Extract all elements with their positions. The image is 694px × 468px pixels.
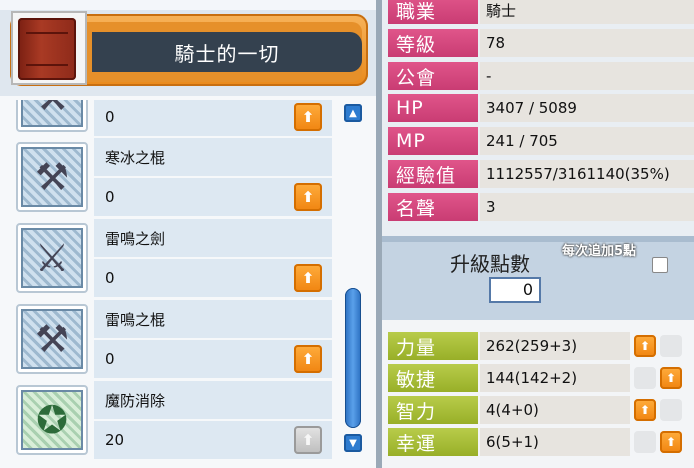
add-skill-point-button[interactable]: ⬆ [294, 345, 322, 373]
info-row-job: 職業 騎士 [388, 0, 694, 24]
attr-label: 幸運 [388, 428, 478, 456]
skill-list-scrollbar[interactable]: ▲ ▼ [344, 100, 364, 456]
info-value: - [480, 62, 694, 90]
add-str-button-right[interactable]: ⬆ [660, 335, 682, 357]
ability-points-value: 0 [489, 277, 541, 303]
add-skill-point-button-disabled[interactable]: ⬆ [294, 426, 322, 454]
attr-row-int: 智力 4(4+0) ⬆ ⬆ [388, 396, 694, 424]
info-row-exp: 經驗值 1112557/3161140(35%) [388, 160, 694, 188]
info-value: 78 [480, 29, 694, 57]
info-label: 等級 [388, 29, 478, 57]
skill-level: 0 ⬆ [94, 340, 332, 378]
auto-assign-label: 每次追加5點 [561, 244, 637, 259]
skill-name: 雷鳴之棍 [94, 300, 332, 338]
info-row-fame: 名聲 3 [388, 193, 694, 221]
add-skill-point-button[interactable]: ⬆ [294, 264, 322, 292]
skill-level: 0 ⬆ [94, 178, 332, 216]
attr-row-luk: 幸運 6(5+1) ⬆ ⬆ [388, 428, 694, 456]
add-luk-button[interactable]: ⬆ [660, 431, 682, 453]
magic-crash-icon: ✪ [16, 385, 88, 455]
mace-icon: ⚒ [16, 304, 88, 374]
attr-label: 智力 [388, 396, 478, 424]
skill-row: ✪ 魔防消除 20 ⬆ [12, 381, 332, 459]
add-str-button[interactable]: ⬆ [634, 335, 656, 357]
skill-level: 20 ⬆ [94, 421, 332, 459]
attr-row-str: 力量 262(259+3) ⬆ ⬆ [388, 332, 694, 360]
skill-level: 0 ⬆ [94, 259, 332, 297]
info-label: MP [388, 127, 478, 155]
attr-value: 6(5+1) [480, 428, 630, 456]
info-label: HP [388, 94, 478, 122]
info-value: 241 / 705 [480, 127, 694, 155]
book-title: 騎士的一切 [92, 32, 362, 72]
skill-row: ⚒ 雷鳴之棍 0 ⬆ [12, 300, 332, 378]
mace-icon: ⚒ [16, 142, 88, 212]
skill-row: ⚒ 寒冰之棍 0 ⬆ [12, 138, 332, 216]
attr-label: 力量 [388, 332, 478, 360]
info-row-guild: 公會 - [388, 62, 694, 90]
info-label: 名聲 [388, 193, 478, 221]
skill-book-icon [18, 18, 76, 80]
info-value: 3407 / 5089 [480, 94, 694, 122]
info-row-level: 等級 78 [388, 29, 694, 57]
ability-points-label: 升級點數 [450, 252, 530, 276]
info-label: 職業 [388, 0, 478, 24]
attr-label: 敏捷 [388, 364, 478, 392]
skill-name: 雷鳴之劍 [94, 219, 332, 257]
scroll-thumb[interactable] [345, 288, 361, 428]
skill-level: 0 ⬆ [94, 100, 332, 136]
attr-value: 4(4+0) [480, 396, 630, 424]
add-dex-button[interactable]: ⬆ [660, 367, 682, 389]
info-value: 3 [480, 193, 694, 221]
info-row-mp: MP 241 / 705 [388, 127, 694, 155]
scroll-down-button[interactable]: ▼ [344, 434, 362, 452]
info-value: 1112557/3161140(35%) [480, 160, 694, 188]
add-luk-button-left[interactable]: ⬆ [634, 431, 656, 453]
auto-assign-checkbox[interactable] [652, 257, 668, 273]
panel-top-strip [0, 0, 376, 10]
info-label: 公會 [388, 62, 478, 90]
add-skill-point-button[interactable]: ⬆ [294, 103, 322, 131]
add-int-button-right[interactable]: ⬆ [660, 399, 682, 421]
info-value: 騎士 [480, 0, 694, 24]
skill-name: 寒冰之棍 [94, 138, 332, 176]
info-row-hp: HP 3407 / 5089 [388, 94, 694, 122]
add-skill-point-button[interactable]: ⬆ [294, 183, 322, 211]
attr-value: 144(142+2) [480, 364, 630, 392]
info-label: 經驗值 [388, 160, 478, 188]
attr-value: 262(259+3) [480, 332, 630, 360]
add-int-button[interactable]: ⬆ [634, 399, 656, 421]
add-dex-button-left[interactable]: ⬆ [634, 367, 656, 389]
skill-row: ⚔ 雷鳴之劍 0 ⬆ [12, 219, 332, 297]
attr-row-dex: 敏捷 144(142+2) ⬆ ⬆ [388, 364, 694, 392]
sword-icon: ⚔ [16, 223, 88, 293]
scroll-up-button[interactable]: ▲ [344, 104, 362, 122]
skill-name: 魔防消除 [94, 381, 332, 419]
